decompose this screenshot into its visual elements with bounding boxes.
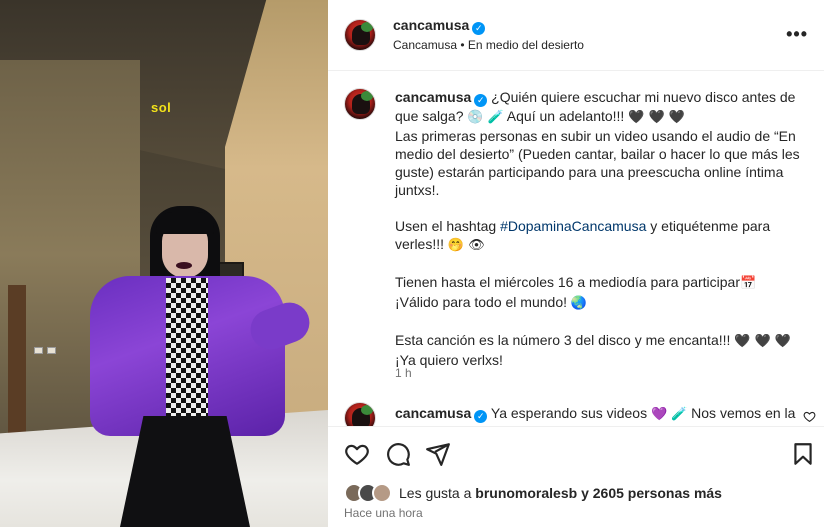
likes-prefix: Les gusta a: [399, 485, 476, 501]
more-options-icon[interactable]: •••: [786, 24, 808, 45]
video-overlay-text: sol: [151, 100, 172, 115]
post-media[interactable]: sol: [0, 0, 328, 527]
lips: [176, 262, 192, 269]
comments-section: cancamusa ✓ ¿Quién quiere escuchar mi nue…: [328, 72, 824, 426]
comment-body: Ya esperando sus videos: [490, 405, 651, 421]
comment-text: cancamusa ✓ Ya esperando sus videos 💜 🧪 N…: [395, 405, 795, 423]
audio-author[interactable]: Cancamusa: [393, 38, 457, 52]
caption-line: Aquí un adelanto!!!: [503, 108, 629, 124]
test-tube-emoji-icon: 🧪: [671, 407, 688, 422]
black-hearts-emoji-icon: 🖤 🖤 🖤: [628, 110, 686, 125]
caption-paragraph: Las primeras personas en subir un video …: [395, 128, 804, 198]
post-actions: Les gusta a brunomoralesb y 2605 persona…: [328, 426, 824, 527]
person-figure: [60, 206, 328, 527]
hashtag-link[interactable]: #DopaminaCancamusa: [500, 218, 646, 234]
room-door: [8, 285, 26, 445]
subtitle-separator: •: [457, 38, 468, 52]
caption-paragraph: Esta canción es la número 3 del disco y …: [395, 332, 735, 348]
caption-time[interactable]: 1 h: [395, 366, 412, 380]
caption-paragraph: Usen el hashtag: [395, 218, 501, 234]
post-details-panel: cancamusa ✓ Cancamusa • En medio del desi…: [328, 0, 824, 527]
likes-conjunction: y: [577, 485, 593, 501]
heart-icon[interactable]: [344, 441, 370, 467]
caption-text: cancamusa ✓ ¿Quién quiere escuchar mi nue…: [395, 88, 811, 369]
face-emoji-icon: 🤭 👁: [447, 238, 485, 253]
test-tube-emoji-icon: 🧪: [487, 110, 504, 125]
post-timestamp[interactable]: Hace una hora: [344, 506, 423, 520]
share-icon[interactable]: [425, 441, 451, 467]
caption-username[interactable]: cancamusa: [395, 89, 471, 105]
liker-avatar[interactable]: [372, 483, 392, 503]
post-header: cancamusa ✓ Cancamusa • En medio del desi…: [328, 0, 824, 71]
audio-title[interactable]: En medio del desierto: [468, 38, 584, 52]
bookmark-icon[interactable]: [790, 441, 816, 467]
wall-outlet: [47, 347, 56, 354]
comment-username[interactable]: cancamusa: [395, 405, 471, 421]
author-avatar[interactable]: [344, 19, 376, 51]
caption-line: ¿Quién quiere escuchar mi nuevo disco an…: [491, 89, 796, 105]
caption-paragraph: Tienen hasta el miércoles 16 a mediodía …: [395, 274, 741, 290]
likes-count[interactable]: 2605 personas más: [593, 485, 722, 501]
comment-avatar[interactable]: [344, 402, 376, 426]
checkered-shirt: [166, 278, 208, 418]
wall-outlet: [34, 347, 43, 354]
bangs: [156, 212, 214, 234]
caption-line: que salga?: [395, 108, 468, 124]
audio-subtitle: Cancamusa • En medio del desierto: [393, 38, 584, 52]
author-username[interactable]: cancamusa: [393, 17, 469, 33]
comment-body: Nos vemos en la: [687, 405, 796, 421]
verified-badge-icon: ✓: [474, 94, 488, 107]
black-hearts-emoji-icon: 🖤 🖤 🖤: [734, 334, 792, 349]
liker-username[interactable]: brunomoralesb: [475, 485, 577, 501]
purple-heart-emoji-icon: 💜: [651, 407, 668, 422]
globe-emoji-icon: 🌏: [570, 296, 588, 311]
caption-paragraph: ¡Válido para todo el mundo!: [395, 294, 571, 310]
caption-avatar[interactable]: [344, 88, 376, 120]
calendar-emoji-icon: 📅: [740, 276, 757, 291]
verified-badge-icon: ✓: [472, 22, 486, 35]
comment-like-heart-icon[interactable]: [803, 410, 816, 423]
verified-badge-icon: ✓: [474, 410, 488, 423]
disc-emoji-icon: 💿: [467, 110, 484, 125]
comment-icon[interactable]: [385, 441, 411, 467]
likes-text: Les gusta a brunomoralesb y 2605 persona…: [399, 485, 722, 501]
author-name-row: cancamusa ✓: [393, 17, 486, 35]
